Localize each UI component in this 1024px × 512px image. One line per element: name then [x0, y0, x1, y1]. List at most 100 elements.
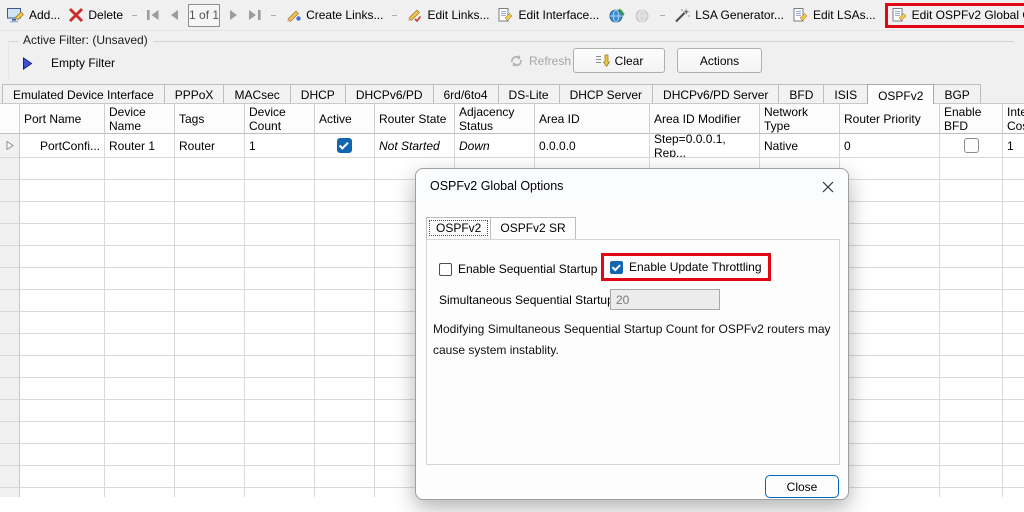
dialog-title: OSPFv2 Global Options	[430, 179, 563, 193]
empty-filter-row[interactable]: Empty Filter	[22, 56, 115, 70]
lsa-generator-label: LSA Generator...	[695, 8, 784, 22]
toolbar-separator	[132, 15, 137, 16]
col-header-port-name[interactable]: Port Name	[20, 104, 105, 134]
tab-bgp[interactable]: BGP	[933, 84, 980, 103]
prev-page-icon	[169, 9, 179, 21]
enable-update-throttling-annotation: Enable Update Throttling	[601, 253, 771, 281]
lsa-generator-button[interactable]: LSA Generator...	[674, 7, 784, 23]
tab-6rd-6to4[interactable]: 6rd/6to4	[433, 84, 499, 103]
main-toolbar: Add... Delete 1 of 1 Create Links... Edi…	[0, 0, 1024, 31]
cell-tags[interactable]: Router	[175, 134, 245, 158]
cell-interface-cost[interactable]: 1	[1003, 134, 1024, 158]
tab-emulated-device-interface[interactable]: Emulated Device Interface	[2, 84, 165, 103]
delete-label: Delete	[88, 8, 123, 22]
col-header-area-id-modifier[interactable]: Area ID Modifier	[650, 104, 760, 134]
add-label: Add...	[29, 8, 60, 22]
globe-gray-icon	[634, 7, 651, 24]
create-links-button[interactable]: Create Links...	[285, 8, 383, 22]
dialog-close-button-bottom[interactable]: Close	[765, 475, 839, 498]
edit-lsas-doc-pencil-icon	[793, 8, 808, 23]
add-device-icon	[7, 8, 24, 23]
actions-button[interactable]: Actions	[677, 48, 762, 73]
row-selector[interactable]	[0, 134, 20, 158]
col-header-tags[interactable]: Tags	[175, 104, 245, 134]
tab-dhcp-server[interactable]: DHCP Server	[559, 84, 653, 103]
magic-wand-icon	[674, 7, 690, 23]
tab-dhcpv6-pd[interactable]: DHCPv6/PD	[345, 84, 434, 103]
tab-bfd[interactable]: BFD	[778, 84, 824, 103]
col-header-enable-bfd[interactable]: Enable BFD	[940, 104, 1003, 134]
empty-filter-label: Empty Filter	[51, 56, 115, 70]
clear-button[interactable]: Clear	[573, 48, 665, 73]
clear-icon	[595, 54, 610, 68]
cell-adjacency-status: Down	[455, 134, 535, 158]
create-links-label: Create Links...	[306, 8, 383, 22]
app-window: { "toolbar": { "add_label": "Add...", "d…	[0, 0, 1024, 512]
actions-label: Actions	[700, 54, 739, 68]
dialog-title-bar[interactable]: OSPFv2 Global Options	[416, 169, 848, 203]
row-selector-header	[0, 104, 20, 134]
edit-interface-doc-pencil-icon	[498, 8, 513, 23]
protocol-tab-strip: Emulated Device Interface PPPoX MACsec D…	[0, 84, 1024, 104]
cell-port-name[interactable]: PortConfi...	[20, 134, 105, 158]
col-header-device-count[interactable]: Device Count	[245, 104, 315, 134]
dialog-tab-ospfv2-sr[interactable]: OSPFv2 SR	[490, 217, 575, 239]
toolbar-separator	[660, 15, 665, 16]
globe-button[interactable]	[608, 7, 625, 24]
cell-active	[315, 134, 375, 158]
pager-box: 1 of 1	[188, 4, 220, 27]
last-page-button[interactable]	[248, 5, 262, 25]
tab-isis[interactable]: ISIS	[823, 84, 868, 103]
tab-dhcpv6-pd-server[interactable]: DHCPv6/PD Server	[652, 84, 779, 103]
tab-macsec[interactable]: MACsec	[223, 84, 290, 103]
col-header-device-name[interactable]: Device Name	[105, 104, 175, 134]
refresh-icon	[509, 54, 524, 68]
col-header-adjacency-status[interactable]: Adjacency Status	[455, 104, 535, 134]
edit-lsas-label: Edit LSAs...	[813, 8, 876, 22]
filter-play-icon	[22, 57, 33, 70]
dialog-tab-strip: OSPFv2 OSPFv2 SR	[426, 217, 575, 239]
next-page-button[interactable]	[229, 5, 239, 25]
col-header-active[interactable]: Active	[315, 104, 375, 134]
prev-page-button[interactable]	[169, 5, 179, 25]
close-button-label: Close	[787, 480, 818, 494]
edit-interface-button[interactable]: Edit Interface...	[498, 8, 599, 23]
cell-network-type[interactable]: Native	[760, 134, 840, 158]
dialog-tab-ospfv2[interactable]: OSPFv2	[426, 217, 491, 239]
col-header-router-priority[interactable]: Router Priority	[840, 104, 940, 134]
cell-device-count[interactable]: 1	[245, 134, 315, 158]
col-header-network-type[interactable]: Network Type	[760, 104, 840, 134]
add-button[interactable]: Add...	[7, 8, 60, 23]
edit-lsas-button[interactable]: Edit LSAs...	[793, 8, 876, 23]
cell-area-id[interactable]: 0.0.0.0	[535, 134, 650, 158]
delete-x-icon	[69, 8, 83, 22]
edit-ospfv2-global-options-label: Edit OSPFv2 Global Options...	[912, 8, 1024, 22]
edit-ospfv2-global-options-button[interactable]: Edit OSPFv2 Global Options...	[885, 3, 1024, 28]
cell-device-name[interactable]: Router 1	[105, 134, 175, 158]
col-header-interface-cost[interactable]: Inte Cos	[1003, 104, 1024, 134]
col-header-area-id[interactable]: Area ID	[535, 104, 650, 134]
cell-router-priority[interactable]: 0	[840, 134, 940, 158]
edit-links-button[interactable]: Edit Links...	[406, 8, 489, 22]
dialog-close-button[interactable]	[820, 179, 836, 195]
enable-sequential-startup-checkbox[interactable]	[439, 263, 452, 276]
enable-sequential-startup-row[interactable]: Enable Sequential Startup	[439, 262, 597, 276]
cell-area-id-modifier[interactable]: Step=0.0.0.1, Rep...	[650, 134, 760, 158]
clear-label: Clear	[615, 54, 644, 68]
active-filter-label: Active Filter: (Unsaved)	[18, 33, 153, 47]
delete-button[interactable]: Delete	[69, 8, 123, 22]
tab-ospfv2[interactable]: OSPFv2	[867, 84, 934, 104]
last-page-icon	[248, 9, 262, 21]
col-header-router-state[interactable]: Router State	[375, 104, 455, 134]
tab-pppox[interactable]: PPPoX	[164, 84, 225, 103]
ospfv2-global-options-dialog: OSPFv2 Global Options OSPFv2 OSPFv2 SR E…	[415, 168, 849, 500]
refresh-label: Refresh	[529, 54, 571, 68]
tab-dhcp[interactable]: DHCP	[290, 84, 346, 103]
enable-bfd-checkbox[interactable]	[964, 138, 979, 153]
grid-header-row: Port Name Device Name Tags Device Count …	[0, 104, 1024, 134]
first-page-button[interactable]	[146, 5, 160, 25]
tab-ds-lite[interactable]: DS-Lite	[498, 84, 560, 103]
simultaneous-startups-input: 20	[610, 289, 720, 310]
active-checkbox[interactable]	[337, 138, 352, 153]
enable-update-throttling-checkbox[interactable]	[610, 261, 623, 274]
